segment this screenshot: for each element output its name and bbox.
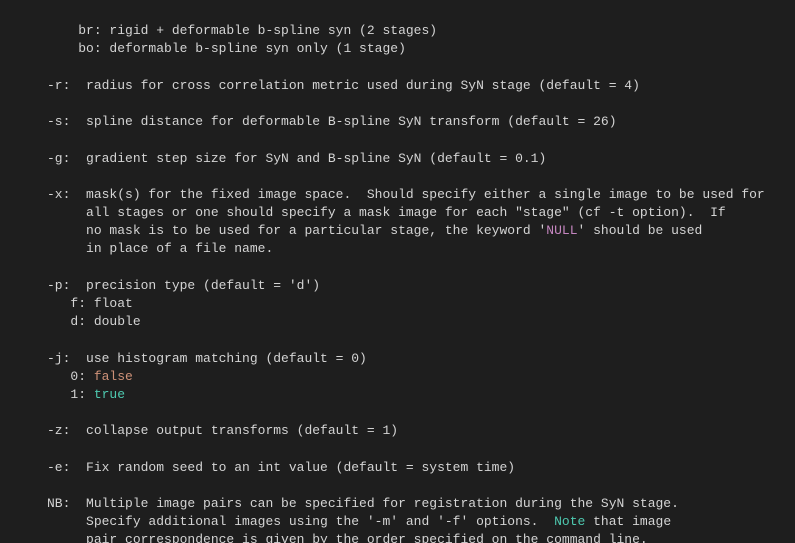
option-z: -z: collapse output transforms (default … bbox=[8, 423, 398, 438]
option-s: -s: spline distance for deformable B-spl… bbox=[8, 114, 617, 129]
keyword-null: NULL bbox=[546, 223, 577, 238]
text-line: 0: false bbox=[8, 369, 133, 384]
text-line: d: double bbox=[8, 314, 141, 329]
text-line: br: rigid + deformable b-spline syn (2 s… bbox=[8, 23, 437, 38]
nb-note: NB: Multiple image pairs can be specifie… bbox=[8, 496, 679, 511]
text-line: in place of a file name. bbox=[8, 241, 273, 256]
text-line: no mask is to be used for a particular s… bbox=[8, 223, 702, 238]
text-line: Specify additional images using the '-m'… bbox=[8, 514, 671, 529]
option-e: -e: Fix random seed to an int value (def… bbox=[8, 460, 515, 475]
text-line: 1: true bbox=[8, 387, 125, 402]
terminal-output: br: rigid + deformable b-spline syn (2 s… bbox=[0, 0, 795, 543]
value-true: true bbox=[94, 387, 125, 402]
text-line: pair correspondence is given by the orde… bbox=[8, 532, 648, 543]
option-p: -p: precision type (default = 'd') bbox=[8, 278, 320, 293]
value-false: false bbox=[94, 369, 133, 384]
option-r: -r: radius for cross correlation metric … bbox=[8, 78, 640, 93]
text-line: bo: deformable b-spline syn only (1 stag… bbox=[8, 41, 406, 56]
option-g: -g: gradient step size for SyN and B-spl… bbox=[8, 151, 546, 166]
keyword-note: Note bbox=[554, 514, 585, 529]
text-line: all stages or one should specify a mask … bbox=[8, 205, 726, 220]
text-line: f: float bbox=[8, 296, 133, 311]
option-j: -j: use histogram matching (default = 0) bbox=[8, 351, 367, 366]
option-x: -x: mask(s) for the fixed image space. S… bbox=[8, 187, 765, 202]
